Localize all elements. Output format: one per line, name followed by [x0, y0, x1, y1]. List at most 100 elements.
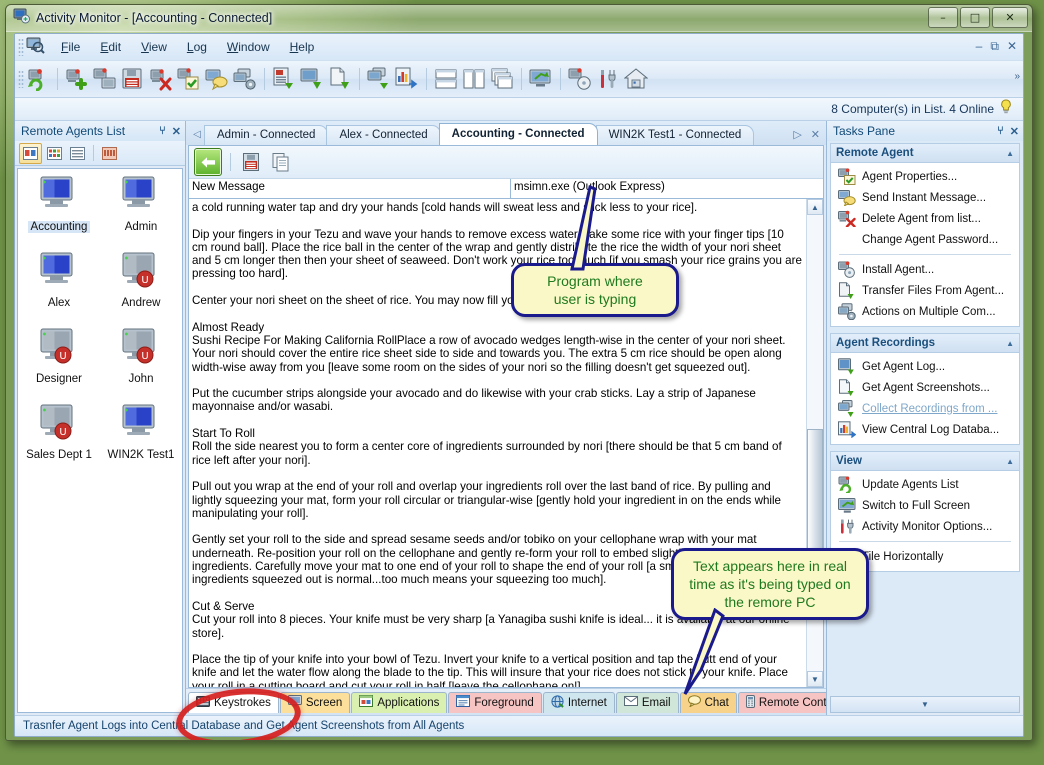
menu-log[interactable]: Log	[178, 37, 216, 57]
large-icons-view-button[interactable]	[19, 142, 42, 164]
toolbar-grip[interactable]	[18, 70, 24, 88]
agent-properties-icon[interactable]	[176, 66, 202, 92]
task-item-install-agent[interactable]: Install Agent...	[831, 259, 1019, 280]
get-screenshots-icon[interactable]	[299, 66, 325, 92]
category-tab-applications[interactable]: Applications	[351, 691, 448, 713]
session-tabs[interactable]: Admin - Connected Alex - Connected Account…	[204, 123, 755, 145]
tasks-pane-scroll-down-button[interactable]: ▼	[830, 696, 1020, 713]
agents-grid[interactable]: Accounting Admin Alex U Andrew U Designe…	[17, 168, 183, 713]
toolbar-overflow-button[interactable]: »	[1014, 71, 1020, 82]
mdi-close-button[interactable]: ✕	[1007, 39, 1017, 54]
scrollbar-thumb[interactable]	[807, 429, 823, 557]
menu-help[interactable]: Help	[281, 37, 324, 57]
chevron-up-icon[interactable]: ▲	[1006, 457, 1014, 466]
mdi-minimize-button[interactable]: –	[976, 39, 983, 54]
agent-item-sales-dept-1[interactable]: U Sales Dept 1	[18, 403, 100, 479]
status-bar: Trasnfer Agent Logs into Central Databas…	[15, 715, 1023, 736]
save-to-file-icon[interactable]	[239, 149, 265, 175]
mdi-restore-button[interactable]: ⧉	[990, 39, 999, 54]
pin-icon[interactable]: ⑂	[159, 125, 166, 137]
close-icon[interactable]: ✕	[1010, 125, 1019, 138]
app-icon	[13, 7, 30, 29]
chevron-up-icon[interactable]: ▲	[1006, 149, 1014, 158]
menu-view[interactable]: View	[132, 37, 176, 57]
menubar-grip[interactable]	[18, 38, 24, 56]
tasks-section-header[interactable]: Agent Recordings ▲	[830, 333, 1020, 353]
full-screen-icon[interactable]	[528, 66, 554, 92]
tasks-pane-header: Tasks Pane ⑂ ✕	[827, 121, 1023, 141]
menu-edit[interactable]: Edit	[91, 37, 130, 57]
task-item-get-agent-screenshots[interactable]: Get Agent Screenshots...	[831, 377, 1019, 398]
close-button[interactable]: ✕	[992, 7, 1028, 28]
task-item-get-agent-log[interactable]: Get Agent Log...	[831, 356, 1019, 377]
agent-screenshot-icon[interactable]	[92, 66, 118, 92]
task-item-change-agent-password[interactable]: Change Agent Password...	[831, 229, 1019, 250]
scroll-down-button[interactable]: ▼	[807, 671, 823, 687]
small-icons-view-button[interactable]	[44, 144, 65, 163]
delete-agent-icon[interactable]	[148, 66, 174, 92]
mdi-window-controls[interactable]: – ⧉ ✕	[976, 39, 1017, 54]
tab-bar-controls[interactable]: ▷ ✕	[793, 128, 820, 141]
category-tab-foreground[interactable]: Foreground	[448, 691, 542, 713]
task-item-transfer-files-from-agent[interactable]: Transfer Files From Agent...	[831, 280, 1019, 301]
cascade-icon[interactable]	[489, 66, 515, 92]
task-item-switch-to-full-screen[interactable]: Switch to Full Screen	[831, 495, 1019, 516]
pin-icon[interactable]: ⑂	[997, 125, 1004, 137]
task-item-delete-agent-from-list[interactable]: Delete Agent from list...	[831, 208, 1019, 229]
view-central-log-icon[interactable]	[394, 66, 420, 92]
tab-close-button[interactable]: ✕	[811, 128, 820, 141]
title-bar[interactable]: Activity Monitor - [Accounting - Connect…	[6, 5, 1032, 32]
menu-window[interactable]: Window	[218, 37, 279, 57]
task-item-actions-on-multiple-com[interactable]: Actions on Multiple Com...	[831, 301, 1019, 322]
collect-recordings-icon[interactable]	[366, 66, 392, 92]
task-item-view-central-log-databa[interactable]: View Central Log Databa...	[831, 419, 1019, 440]
chevron-up-icon[interactable]: ▲	[1006, 339, 1014, 348]
scroll-up-button[interactable]: ▲	[807, 199, 823, 215]
task-item-send-instant-message[interactable]: Send Instant Message...	[831, 187, 1019, 208]
home-icon[interactable]	[623, 66, 649, 92]
agent-item-win2k-test1[interactable]: WIN2K Test1	[100, 403, 182, 479]
tasks-section-header[interactable]: View ▲	[830, 451, 1020, 471]
agent-item-designer[interactable]: U Designer	[18, 327, 100, 403]
agent-item-alex[interactable]: Alex	[18, 251, 100, 327]
add-agent-icon[interactable]	[64, 66, 90, 92]
menu-file[interactable]: File	[52, 37, 89, 57]
session-tab-alex[interactable]: Alex - Connected	[326, 125, 441, 145]
transfer-files-icon[interactable]	[327, 66, 353, 92]
session-tab-accounting[interactable]: Accounting - Connected	[438, 123, 598, 145]
copy-icon[interactable]	[268, 149, 294, 175]
tab-next-button[interactable]: ▷	[793, 128, 801, 141]
get-agent-log-icon[interactable]	[271, 66, 297, 92]
session-tab-win2k[interactable]: WIN2K Test1 - Connected	[595, 125, 755, 145]
send-message-icon[interactable]	[204, 66, 230, 92]
task-item-activity-monitor-options[interactable]: Activity Monitor Options...	[831, 516, 1019, 537]
tile-horizontally-icon[interactable]	[433, 66, 459, 92]
maximize-button[interactable]: □	[960, 7, 990, 28]
tab-prev-button[interactable]: ◁	[190, 129, 204, 145]
agent-label: John	[128, 373, 154, 385]
close-icon[interactable]: ✕	[172, 125, 181, 138]
install-agent-icon[interactable]	[567, 66, 593, 92]
svg-text:U: U	[59, 351, 66, 362]
details-view-button[interactable]	[67, 144, 88, 163]
agent-item-accounting[interactable]: Accounting	[18, 175, 100, 251]
task-item-collect-recordings-from[interactable]: Collect Recordings from ...	[831, 398, 1019, 419]
session-tab-admin[interactable]: Admin - Connected	[204, 125, 329, 145]
category-tab-email[interactable]: Email	[615, 691, 679, 713]
category-tab-internet[interactable]: Internet	[542, 691, 615, 713]
tasks-section-header[interactable]: Remote Agent ▲	[830, 143, 1020, 163]
refresh-agents-icon[interactable]	[25, 66, 51, 92]
task-item-agent-properties[interactable]: Agent Properties...	[831, 166, 1019, 187]
agent-item-john[interactable]: U John	[100, 327, 182, 403]
agent-item-andrew[interactable]: U Andrew	[100, 251, 182, 327]
window-controls[interactable]: – □ ✕	[928, 7, 1028, 28]
options-icon[interactable]	[595, 66, 621, 92]
thumbnails-view-button[interactable]	[99, 144, 120, 163]
agent-item-admin[interactable]: Admin	[100, 175, 182, 251]
minimize-button[interactable]: –	[928, 7, 958, 28]
actions-multiple-icon[interactable]	[232, 66, 258, 92]
live-view-toggle[interactable]	[194, 148, 222, 176]
save-log-icon[interactable]	[120, 66, 146, 92]
tile-vertically-icon[interactable]	[461, 66, 487, 92]
task-item-update-agents-list[interactable]: Update Agents List	[831, 474, 1019, 495]
